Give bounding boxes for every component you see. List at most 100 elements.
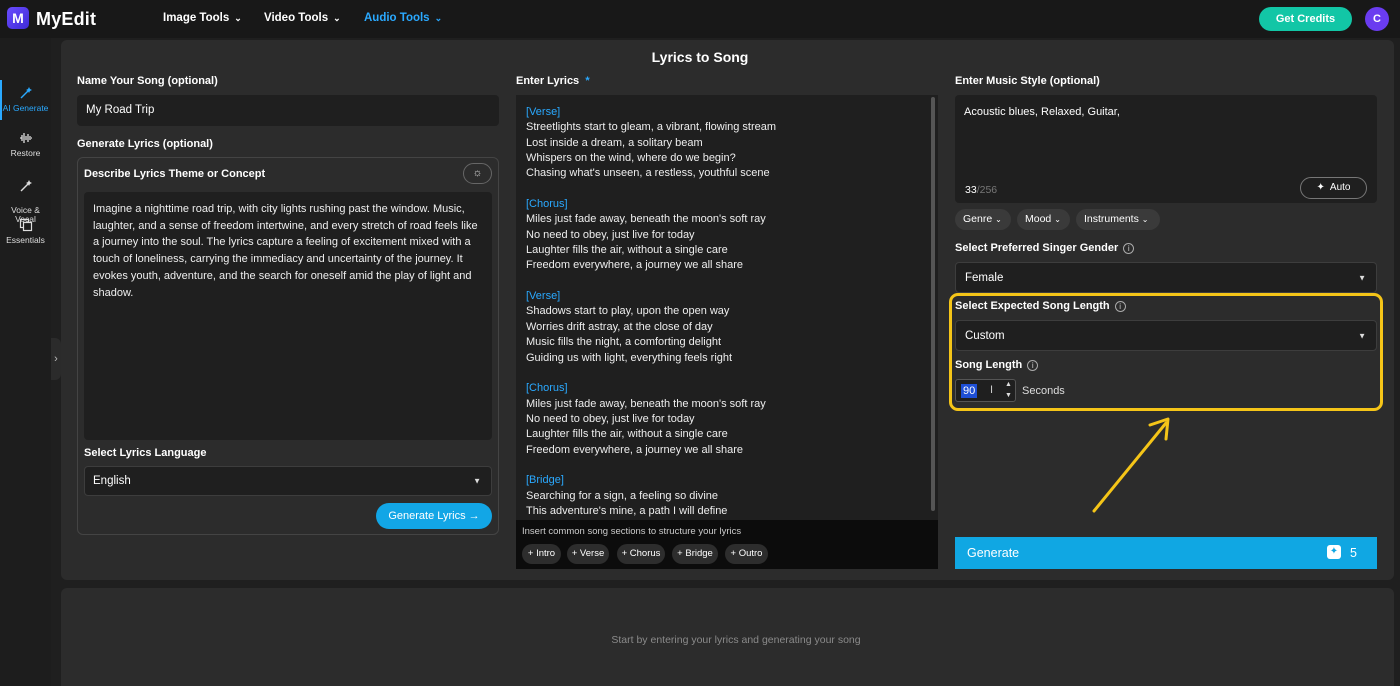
char-counter: 33/256 (965, 184, 997, 196)
lyrics-gap (526, 274, 926, 289)
lightbulb-icon[interactable]: ☼ (463, 163, 492, 184)
magic-wand-icon (20, 180, 32, 192)
arrow-right-icon: → (468, 510, 480, 522)
sidebar-item-restore[interactable]: Restore (0, 131, 51, 158)
sidebar-item-ai-generate[interactable]: AI Generate (0, 86, 51, 113)
lyrics-line: Miles just fade away, beneath the moon's… (526, 213, 766, 226)
song-name-label: Name Your Song (optional) (77, 75, 218, 87)
chip-outro[interactable]: + Outro (725, 544, 768, 564)
lyrics-section-tag: [Chorus] (526, 382, 568, 395)
auto-button[interactable]: ✦ Auto (1300, 177, 1367, 199)
lyrics-gap (526, 182, 926, 197)
chevron-down-icon: ⌄ (1141, 215, 1149, 224)
mood-filter[interactable]: Mood ⌄ (1017, 209, 1070, 230)
nav-image-tools[interactable]: Image Tools ⌄ (163, 12, 242, 24)
avatar[interactable]: C (1365, 7, 1389, 31)
chevron-right-icon[interactable]: › (51, 338, 61, 380)
nav-label: Video Tools (264, 12, 329, 24)
sidebar-item-voice-vocal[interactable]: Voice & Vocal (0, 170, 51, 224)
generate-lyrics-button-label: Generate Lyrics (388, 510, 466, 522)
instruments-filter[interactable]: Instruments ⌄ (1076, 209, 1160, 230)
nav-audio-tools[interactable]: Audio Tools ⌄ (364, 12, 442, 24)
lyrics-section-tag: [Verse] (526, 106, 561, 118)
sidebar-item-label: Restore (10, 148, 41, 158)
theme-label: Describe Lyrics Theme or Concept (84, 168, 266, 180)
filter-label: Instruments (1084, 213, 1139, 225)
output-hint: Start by entering your lyrics and genera… (611, 634, 861, 646)
language-select[interactable]: English ▼ (84, 466, 492, 496)
lyrics-gap (526, 366, 926, 381)
credit-icon: ✦ (1327, 545, 1341, 559)
genre-filter[interactable]: Genre ⌄ (955, 209, 1011, 230)
sidebar-item-label: AI Generate (2, 103, 49, 113)
highlight-box (949, 293, 1383, 411)
lyrics-section-tag: [Verse] (526, 290, 561, 303)
copy-icon (19, 218, 32, 232)
scrollbar[interactable] (931, 97, 935, 511)
nav-label: Image Tools (163, 12, 230, 24)
lyrics-line: No need to obey, just live for today (526, 412, 695, 425)
generate-lyrics-label: Generate Lyrics (optional) (77, 138, 213, 150)
nav-video-tools[interactable]: Video Tools ⌄ (264, 12, 341, 24)
chip-verse[interactable]: + Verse (567, 544, 609, 564)
lyrics-line: No need to obey, just live for today (526, 228, 695, 241)
lyrics-section-tag: [Chorus] (526, 198, 568, 211)
magic-wand-icon (20, 87, 32, 99)
music-style-textarea[interactable]: Acoustic blues, Relaxed, Guitar, 33/256 … (955, 95, 1377, 203)
lyrics-section-tag: [Bridge] (526, 474, 564, 487)
lyrics-textarea[interactable]: [Verse] Streetlights start to gleam, a vi… (516, 95, 938, 569)
song-name-input[interactable]: My Road Trip (77, 95, 499, 126)
music-style-value: Acoustic blues, Relaxed, Guitar, (964, 106, 1120, 118)
lyrics-line: Searching for a sign, a feeling so divin… (526, 489, 719, 502)
lyrics-line: Streetlights start to gleam, a vibrant, … (526, 121, 777, 134)
get-credits-button[interactable]: Get Credits (1259, 7, 1352, 31)
singer-gender-select[interactable]: Female ▼ (955, 262, 1377, 293)
lyrics-line: Lost inside a dream, a solitary beam (526, 136, 703, 149)
theme-textarea[interactable]: Imagine a nighttime road trip, with city… (84, 192, 492, 440)
lyrics-line: Laughter fills the air, without a single… (526, 244, 728, 257)
lyrics-line: This adventure's mine, a path I will def… (526, 504, 728, 517)
lyrics-line: Music fills the night, a comforting deli… (526, 336, 722, 349)
lyrics-line: Whispers on the wind, where do we begin? (526, 152, 736, 165)
chevron-down-icon: ⌄ (333, 13, 341, 23)
lyrics-gap (526, 458, 926, 473)
lyrics-line: Laughter fills the air, without a single… (526, 428, 728, 441)
logo-icon[interactable]: M (7, 7, 29, 29)
filter-label: Genre (963, 213, 993, 225)
generate-label: Generate (967, 546, 1020, 560)
generate-button[interactable]: Generate ✦ 5 (955, 537, 1377, 569)
required-mark: * (585, 75, 590, 87)
app-name[interactable]: MyEdit (36, 9, 96, 30)
lyrics-line: Worries drift astray, at the close of da… (526, 320, 713, 333)
lyrics-line: Freedom everywhere, a journey we all sha… (526, 443, 744, 456)
lyrics-content: [Verse] Streetlights start to gleam, a vi… (526, 105, 926, 519)
lyrics-line: Miles just fade away, beneath the moon's… (526, 397, 766, 410)
language-value: English (93, 475, 131, 487)
char-count: 33 (965, 184, 977, 196)
chevron-down-icon: ⌄ (995, 215, 1002, 224)
sidebar-item-essentials[interactable]: Essentials (0, 218, 51, 245)
sidebar: AI Generate Restore Voice & Vocal Essent… (0, 38, 51, 686)
lyrics-line: Freedom everywhere, a journey we all sha… (526, 259, 744, 272)
lyrics-label: Enter Lyrics * (516, 75, 590, 87)
section-hint: Insert common song sections to structure… (522, 526, 742, 537)
generate-lyrics-button[interactable]: Generate Lyrics → (376, 503, 492, 529)
music-style-label: Enter Music Style (optional) (955, 75, 1100, 87)
chevron-down-icon: ⌄ (234, 13, 242, 23)
lyrics-line: Guiding us with light, everything feels … (526, 351, 733, 364)
annotation-arrow (1092, 417, 1170, 513)
nav-label: Audio Tools (364, 12, 430, 24)
chevron-down-icon: ⌄ (1054, 215, 1061, 224)
lyrics-footer: Insert common song sections to structure… (516, 520, 938, 569)
caret-down-icon: ▼ (1358, 273, 1366, 282)
auto-label: Auto (1329, 182, 1351, 193)
lyrics-line: Shadows start to play, upon the open way (526, 305, 730, 318)
credit-cost: 5 (1350, 546, 1357, 560)
singer-gender-value: Female (965, 272, 1004, 284)
chip-chorus[interactable]: + Chorus (617, 544, 665, 564)
info-icon[interactable]: i (1123, 242, 1135, 254)
lyrics-line: Chasing what's unseen, a restless, youth… (526, 167, 770, 180)
chip-bridge[interactable]: + Bridge (672, 544, 718, 564)
chip-intro[interactable]: + Intro (522, 544, 561, 564)
filter-label: Mood (1025, 213, 1052, 225)
